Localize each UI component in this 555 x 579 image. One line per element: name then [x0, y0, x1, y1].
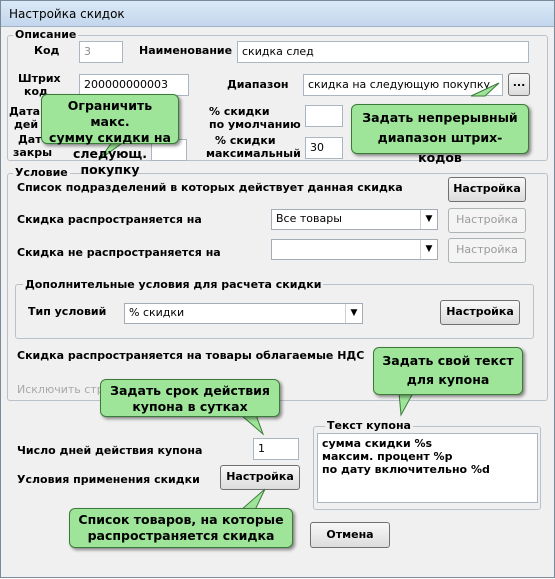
coupon-text-group-label: Текст купона [325, 419, 413, 432]
callout-range-line-2: диапазон штрих-кодов [377, 130, 503, 165]
departments-label: Список подразделений в которых действует… [17, 181, 403, 194]
condition-type-select[interactable]: % скидки ▼ [124, 303, 363, 324]
not-applies-select[interactable]: ▼ [271, 239, 438, 260]
date-label-1b: дей [14, 118, 39, 131]
pct-default-label-1: % скидки [209, 105, 270, 118]
barcode-label-1: Штрих [18, 72, 61, 85]
callout-coupon-text: Задать свой текст для купона [373, 347, 523, 395]
applies-select-value: Все товары [276, 212, 342, 225]
code-field[interactable]: 3 [79, 41, 123, 63]
coupon-days-field[interactable]: 1 [253, 438, 299, 460]
condition-type-settings-button[interactable]: Настройка [440, 300, 520, 325]
title-bar: Настройка скидок [1, 1, 554, 27]
callout-limit-max-sum: Ограничить макс. сумму скидки на следующ… [41, 94, 179, 177]
vat-label: Скидка распространяется на товары облага… [17, 349, 365, 362]
discount-settings-window: Настройка скидок Описание Код 3 Наименов… [0, 0, 555, 578]
callout-limit-line-2: сумму скидки на [49, 130, 171, 145]
callout-range-line-1: Задать непрерывный [362, 110, 518, 125]
departments-settings-button[interactable]: Настройка [448, 177, 526, 202]
callout-coupon-days: Задать срок действия купона в сутках [100, 379, 280, 417]
exclude-label: Исключить стр [17, 383, 104, 396]
not-applies-settings-button[interactable]: Настройка [448, 238, 526, 263]
coupon-usage-settings-button[interactable]: Настройка [220, 465, 300, 490]
callout-text-line-1: Задать свой текст [382, 353, 514, 368]
range-picker-button[interactable]: ... [508, 73, 530, 96]
callout-days-line-1: Задать срок действия [110, 383, 270, 398]
not-applies-label: Скидка не распространяется на [17, 246, 221, 259]
applies-select[interactable]: Все товары ▼ [271, 209, 438, 230]
callout-list-line-2: распространяется скидка [87, 528, 275, 543]
pct-max-field[interactable]: 30 [305, 137, 343, 159]
chevron-down-icon: ▼ [420, 240, 437, 259]
callout-limit-line-1: Ограничить макс. [67, 98, 153, 129]
coupon-text-line-3: по дату включительно %d [322, 463, 490, 476]
callout-barcode-range: Задать непрерывный диапазон штрих-кодов [351, 104, 529, 165]
barcode-field[interactable]: 200000000003 [79, 74, 189, 96]
applies-settings-button[interactable]: Настройка [448, 208, 526, 233]
condition-type-select-value: % скидки [129, 306, 185, 319]
callout-pointer-days [239, 414, 265, 436]
description-group-label: Описание [13, 28, 79, 41]
window-title: Настройка скидок [9, 7, 125, 21]
callout-pointer-list [239, 488, 266, 511]
range-field[interactable]: скидка на следующую покупку [303, 74, 503, 96]
chevron-down-icon: ▼ [345, 304, 362, 323]
coupon-usage-label: Условия применения скидки [17, 473, 200, 486]
callout-limit-line-3: следующ. покупку [72, 146, 147, 177]
coupon-text-line-2: максим. процент %p [322, 450, 453, 463]
cancel-button[interactable]: Отмена [310, 522, 390, 548]
chevron-down-icon: ▼ [420, 210, 437, 229]
condition-type-label: Тип условий [28, 305, 107, 318]
code-label: Код [34, 44, 60, 57]
range-label: Диапазон [227, 78, 289, 91]
callout-list-line-1: Список товаров, на которые [78, 512, 284, 527]
coupon-text-field[interactable]: сумма скидки %s максим. процент %p по дату… [317, 433, 538, 503]
name-label: Наименование [139, 44, 233, 57]
date-label-1a: Дата [9, 105, 41, 118]
pct-max-label-1: % скидки [215, 134, 276, 147]
coupon-days-label: Число дней действия купона [17, 444, 203, 457]
pct-default-label-2: по умолчанию [209, 118, 301, 131]
extra-conditions-group-label: Дополнительные условия для расчета скидк… [23, 278, 324, 291]
name-field[interactable]: скидка след [237, 41, 529, 63]
coupon-text-line-1: сумма скидки %s [322, 437, 433, 450]
date-label-2a: Дат [18, 133, 42, 146]
applies-label: Скидка распространяется на [17, 213, 202, 226]
callout-goods-list: Список товаров, на которые распространяе… [69, 508, 293, 548]
pct-max-label-2: максимальный [206, 147, 301, 160]
callout-days-line-2: купона в сутках [132, 399, 248, 414]
callout-text-line-2: для купона [406, 372, 490, 387]
pct-default-field[interactable] [305, 105, 343, 127]
